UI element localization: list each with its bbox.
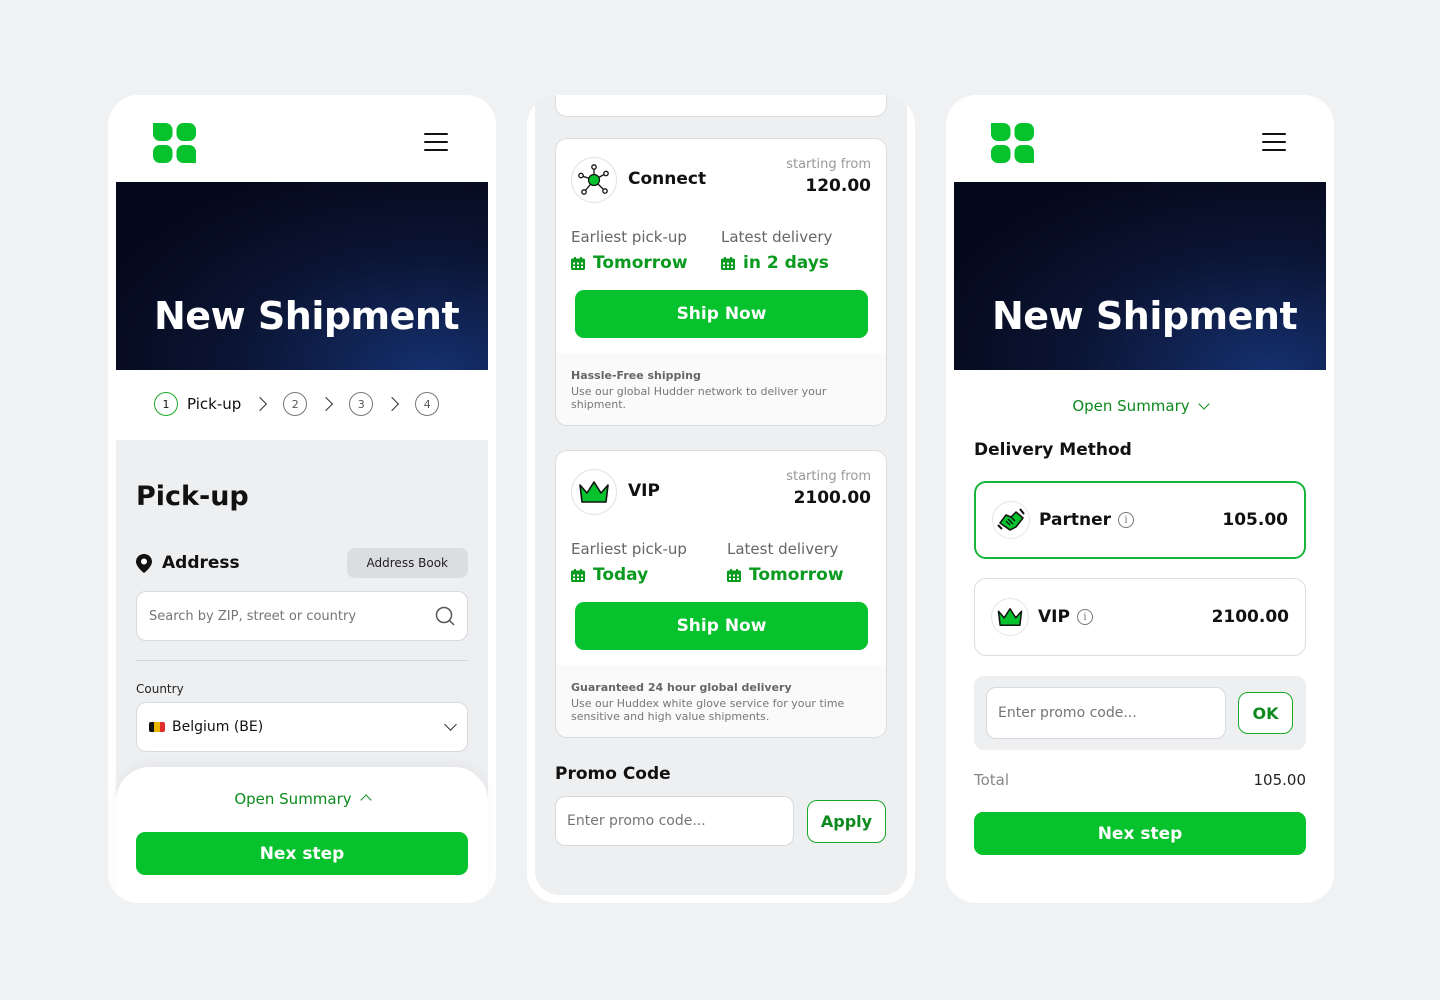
total-label: Total (974, 771, 1010, 789)
network-icon (571, 157, 617, 203)
promo-code-input[interactable] (555, 796, 794, 846)
option-price: 120.00 (805, 176, 871, 196)
open-summary-toggle[interactable]: Open Summary (946, 397, 1334, 415)
shipping-options-screen: Connect starting from 120.00 Earliest pi… (527, 95, 915, 903)
footer-title: Guaranteed 24 hour global delivery (571, 681, 792, 694)
card-footer: Hassle-Free shipping Use our global Hudd… (556, 353, 886, 425)
delivery-value: Tomorrow (727, 565, 844, 585)
starting-from-label: starting from (786, 469, 871, 484)
option-name: VIP (1038, 607, 1070, 627)
step-1-label: Pick-up (187, 395, 242, 413)
handshake-icon (992, 501, 1030, 539)
card-footer: Guaranteed 24 hour global delivery Use o… (556, 665, 886, 737)
pickup-screen: New Shipment 1 Pick-up 2 3 4 Pick-up Add… (108, 95, 496, 903)
pickup-value-text: Tomorrow (593, 253, 688, 273)
belgium-flag-icon (149, 722, 165, 732)
apply-button[interactable]: Apply (807, 800, 886, 843)
delivery-method-title: Delivery Method (974, 440, 1132, 460)
delivery-option-vip[interactable]: VIP i 2100.00 (974, 578, 1306, 656)
country-value: Belgium (BE) (172, 719, 264, 735)
pickup-value-text: Today (593, 565, 649, 585)
step-2-indicator[interactable]: 2 (283, 392, 308, 416)
starting-from-label: starting from (786, 157, 871, 172)
ship-now-button[interactable]: Ship Now (575, 602, 868, 650)
chevron-right-icon (385, 396, 400, 412)
option-price: 105.00 (1222, 510, 1288, 530)
bottom-sheet: Open Summary Nex step (116, 767, 488, 903)
crown-icon (571, 469, 617, 515)
step-4-indicator[interactable]: 4 (415, 392, 440, 416)
address-row: Address Address Book (136, 547, 468, 579)
next-step-button[interactable]: Nex step (136, 832, 468, 875)
open-summary-toggle[interactable]: Open Summary (116, 790, 488, 808)
delivery-method-screen: New Shipment Open Summary Delivery Metho… (946, 95, 1334, 903)
previous-card-edge (555, 95, 887, 117)
delivery-value-text: in 2 days (743, 253, 829, 273)
country-label: Country (136, 682, 184, 696)
open-summary-label: Open Summary (1072, 397, 1190, 415)
calendar-icon (727, 568, 741, 582)
promo-code-input[interactable] (986, 687, 1226, 739)
hamburger-menu-icon[interactable] (424, 133, 448, 151)
delivery-option-partner[interactable]: Partner i 105.00 (974, 481, 1306, 559)
pickup-value: Today (571, 565, 648, 585)
brand-logo-icon (991, 123, 1034, 163)
delivery-value-text: Tomorrow (749, 565, 844, 585)
chevron-right-icon (319, 396, 334, 412)
option-name: VIP (628, 481, 660, 501)
stepper: 1 Pick-up 2 3 4 (154, 391, 440, 417)
location-pin-icon (136, 553, 152, 573)
options-background: Connect starting from 120.00 Earliest pi… (535, 95, 907, 895)
search-icon[interactable] (435, 606, 455, 626)
footer-title: Hassle-Free shipping (571, 369, 701, 382)
open-summary-label: Open Summary (234, 790, 352, 808)
option-price: 2100.00 (1211, 607, 1289, 627)
country-select[interactable]: Belgium (BE) (136, 702, 468, 752)
info-icon[interactable]: i (1118, 512, 1135, 528)
delivery-value: in 2 days (721, 253, 829, 273)
brand-logo-icon (153, 123, 196, 163)
ok-button[interactable]: OK (1238, 692, 1293, 734)
ship-now-button[interactable]: Ship Now (575, 290, 868, 338)
option-name: Partner (1039, 510, 1112, 530)
footer-text: Use our global Hudder network to deliver… (571, 385, 827, 411)
step-3-indicator[interactable]: 3 (349, 392, 374, 416)
delivery-label: Latest delivery (727, 540, 839, 558)
option-price: 2100.00 (793, 488, 871, 508)
address-label: Address (162, 553, 240, 573)
total-row: Total 105.00 (974, 771, 1306, 789)
step-1-indicator[interactable]: 1 (154, 392, 178, 416)
hero-banner: New Shipment (954, 182, 1326, 370)
page-title: New Shipment (154, 294, 460, 338)
hero-banner: New Shipment (116, 182, 488, 370)
shipping-option-card-connect: Connect starting from 120.00 Earliest pi… (555, 138, 887, 426)
calendar-icon (571, 256, 585, 270)
crown-icon (991, 598, 1029, 636)
option-name: Connect (628, 169, 707, 189)
hamburger-menu-icon[interactable] (1262, 133, 1286, 151)
total-value: 105.00 (1253, 771, 1307, 789)
page-title: New Shipment (992, 294, 1298, 338)
footer-text: Use our Huddex white glove service for y… (571, 697, 845, 723)
calendar-icon (571, 568, 585, 582)
chevron-up-icon (359, 793, 372, 806)
pickup-label: Earliest pick-up (571, 540, 687, 558)
chevron-down-icon (1197, 397, 1210, 410)
next-step-button[interactable]: Nex step (974, 812, 1306, 855)
shipping-option-card-vip: VIP starting from 2100.00 Earliest pick-… (555, 450, 887, 738)
section-title: Pick-up (136, 481, 249, 512)
calendar-icon (721, 256, 735, 270)
chevron-right-icon (253, 396, 268, 412)
pickup-label: Earliest pick-up (571, 228, 687, 246)
address-book-button[interactable]: Address Book (346, 548, 468, 578)
divider (136, 660, 468, 661)
promo-code-title: Promo Code (555, 764, 671, 784)
delivery-label: Latest delivery (721, 228, 833, 246)
promo-code-box: OK (974, 676, 1306, 750)
info-icon[interactable]: i (1076, 609, 1093, 625)
address-search-input[interactable] (137, 592, 417, 640)
pickup-value: Tomorrow (571, 253, 688, 273)
address-search-field (136, 591, 468, 641)
chevron-down-icon (444, 718, 457, 731)
